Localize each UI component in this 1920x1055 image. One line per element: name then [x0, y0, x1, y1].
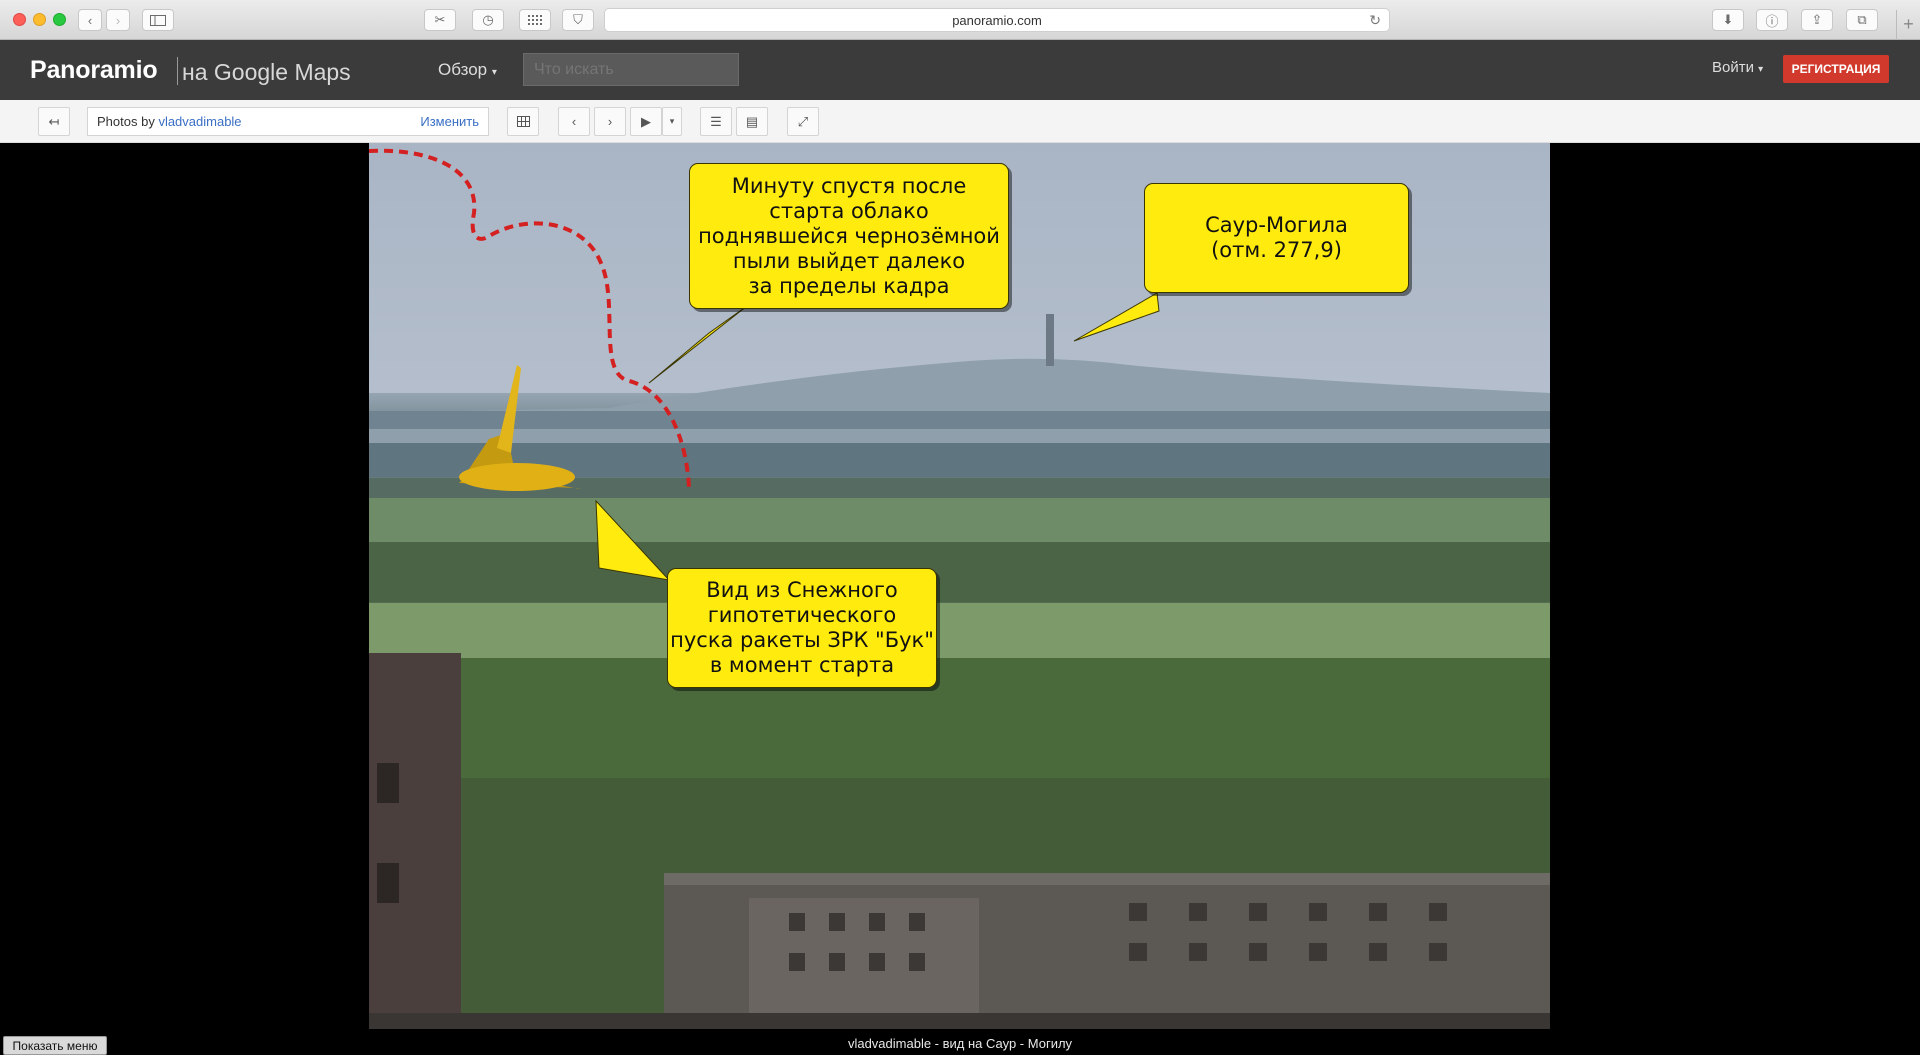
url-text: panoramio.com	[952, 12, 1042, 28]
caret-down-icon: ▾	[491, 67, 497, 78]
callout-launch-cloud: Минуту спустя после старта облако подняв…	[689, 163, 1009, 309]
show-menu-button[interactable]: Показать меню	[3, 1036, 107, 1055]
photos-by-prefix: Photos by	[97, 114, 159, 129]
reload-icon[interactable]: ↻	[1369, 12, 1381, 29]
share-icon[interactable]: ⇪	[1801, 9, 1833, 31]
sidebar-icon[interactable]	[142, 9, 174, 31]
caret-down-icon: ▾	[1758, 64, 1764, 75]
back-arrow-icon[interactable]: ‹	[78, 9, 102, 31]
zoom-window-button[interactable]	[53, 13, 66, 26]
logo-subtitle[interactable]: на Google Maps	[182, 59, 351, 86]
photo-caption: vladvadimable - вид на Саур - Могилу	[847, 1036, 1073, 1051]
details-panel-icon[interactable]: ☰	[700, 107, 732, 136]
minimize-window-button[interactable]	[33, 13, 46, 26]
main-photo[interactable]: Минуту спустя после старта облако подняв…	[369, 143, 1550, 1029]
slideshow-options-icon[interactable]: ▾	[662, 107, 682, 136]
login-menu[interactable]: Войти ▾	[1712, 59, 1763, 76]
scissors-icon[interactable]: ✂	[424, 9, 456, 31]
previous-photo-icon[interactable]: ‹	[558, 107, 590, 136]
grid-view-icon[interactable]	[507, 107, 539, 136]
downloads-icon[interactable]: ⬇	[1712, 9, 1744, 31]
register-button[interactable]: РЕГИСТРАЦИЯ	[1783, 55, 1889, 83]
address-bar[interactable]: panoramio.com ↻	[604, 8, 1390, 32]
browser-toolbar: ‹ › ✂ ◷ ⛉ panoramio.com ↻ ⬇ ⓘ ⇪ ⧉ +	[0, 0, 1920, 40]
slideshow-play-icon[interactable]: ▶	[630, 107, 662, 136]
back-to-map-icon[interactable]: ↤	[38, 107, 70, 136]
new-tab-icon[interactable]: +	[1896, 10, 1920, 40]
next-photo-icon[interactable]: ›	[594, 107, 626, 136]
forward-arrow-icon[interactable]: ›	[106, 9, 130, 31]
history-icon[interactable]: ◷	[472, 9, 504, 31]
callout-view-from-snezhnoe: Вид из Снежного гипотетического пуска ра…	[667, 568, 937, 688]
grid-apps-icon[interactable]	[519, 9, 551, 31]
fullscreen-icon[interactable]: ⤢	[787, 107, 819, 136]
logo-divider	[177, 57, 178, 85]
login-label: Войти	[1712, 59, 1754, 76]
panoramio-logo[interactable]: Panoramio	[30, 56, 158, 85]
photos-by-field: Photos by vladvadimable Изменить	[87, 107, 489, 136]
shield-icon[interactable]: ⛉	[562, 9, 594, 31]
tabs-overview-icon[interactable]: ⧉	[1846, 9, 1878, 31]
browse-menu[interactable]: Обзор ▾	[438, 60, 497, 80]
info-icon[interactable]: ⓘ	[1756, 9, 1788, 31]
username-link[interactable]: vladvadimable	[158, 114, 241, 129]
close-window-button[interactable]	[13, 13, 26, 26]
document-icon[interactable]: ▤	[736, 107, 768, 136]
search-input[interactable]	[523, 53, 739, 86]
photo-toolbar: ↤ Photos by vladvadimable Изменить ‹ › ▶…	[0, 100, 1920, 143]
browse-label: Обзор	[438, 60, 488, 79]
callout-saur-mogila: Саур-Могила (отм. 277,9)	[1144, 183, 1409, 293]
change-link[interactable]: Изменить	[420, 114, 479, 129]
site-header: Panoramio на Google Maps Обзор ▾ Войти ▾…	[0, 40, 1920, 100]
